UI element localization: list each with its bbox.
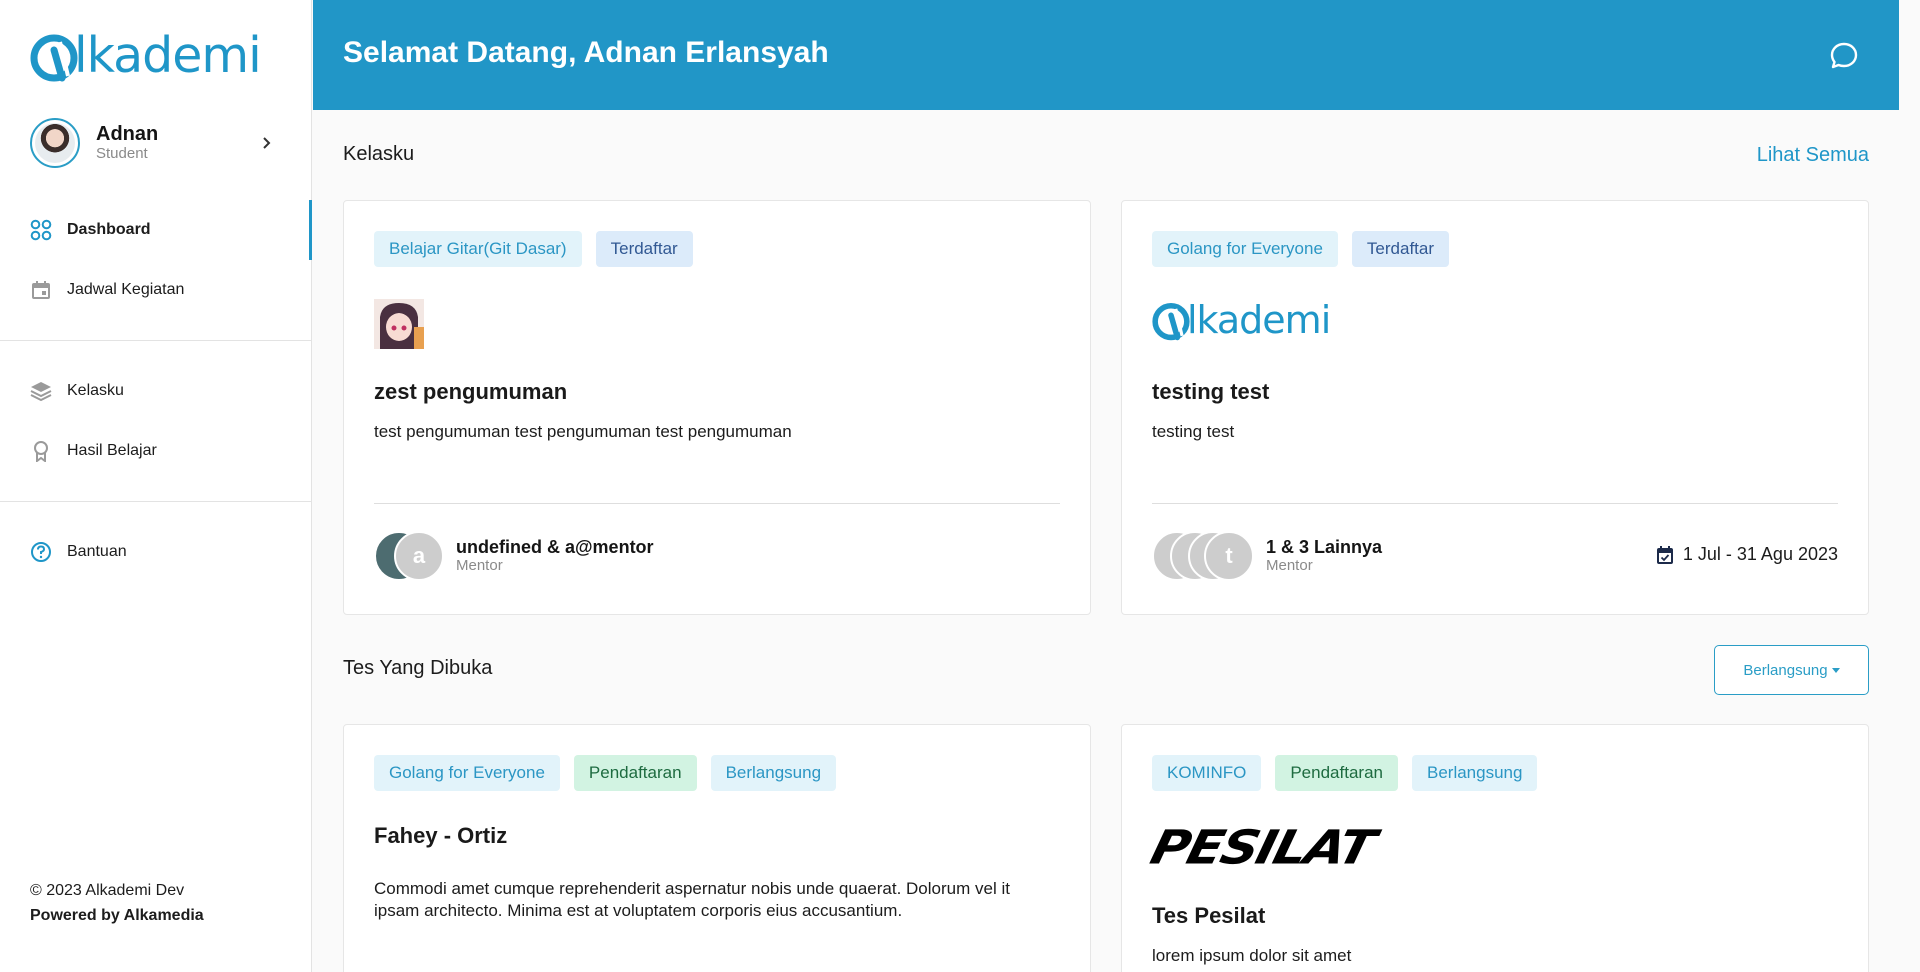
test-card[interactable]: KOMINFO Pendaftaran Berlangsung PESILAT … — [1121, 724, 1869, 972]
sidebar-item-dashboard[interactable]: Dashboard — [0, 200, 312, 260]
mentor-role: Mentor — [456, 557, 503, 574]
sidebar-item-hasil-belajar[interactable]: Hasil Belajar — [0, 421, 312, 481]
profile-menu[interactable]: Adnan Student — [30, 118, 284, 168]
calendar-icon — [30, 279, 52, 301]
date-range-text: 1 Jul - 31 Agu 2023 — [1682, 544, 1838, 564]
powered-by-text: Powered by Alkamedia — [30, 907, 204, 924]
kelasku-section-title: Kelasku — [343, 143, 415, 165]
status-badge: Terdaftar — [595, 231, 693, 267]
chevron-right-icon — [263, 137, 271, 149]
class-description: testing test — [1152, 422, 1235, 441]
calendar-check-icon — [1656, 545, 1673, 564]
status-badge: Berlangsung — [710, 755, 837, 791]
mentor-role: Mentor — [1266, 557, 1313, 574]
sidebar-divider — [0, 501, 312, 502]
alkademi-logo-mark — [1152, 302, 1190, 341]
tests-section-title: Tes Yang Dibuka — [343, 657, 493, 679]
class-description: test pengumuman test pengumuman test pen… — [374, 422, 792, 441]
test-description: Commodi amet cumque reprehenderit aspern… — [374, 879, 1010, 920]
class-date-range: 1 Jul - 31 Agu 2023 — [1655, 544, 1838, 565]
caret-down-icon — [1831, 667, 1840, 673]
sidebar-item-kelasku[interactable]: Kelasku — [0, 361, 312, 421]
sidebar-divider — [0, 340, 312, 341]
status-badge: Pendaftaran — [1275, 755, 1398, 791]
sidebar-item-bantuan[interactable]: Bantuan — [0, 522, 312, 582]
alkademi-logo: lkademi — [1152, 297, 1331, 343]
chat-icon[interactable] — [1829, 41, 1859, 71]
see-all-link[interactable]: Lihat Semua — [1757, 144, 1869, 167]
mentor-avatar: a — [394, 531, 444, 581]
avatar — [30, 118, 80, 168]
class-title: zest pengumuman — [374, 379, 568, 404]
sidebar: lkademi Adnan Student Dashboard Jadwal K… — [0, 0, 312, 972]
class-card[interactable]: Golang for Everyone Terdaftar lkademi te… — [1121, 200, 1869, 615]
sidebar-item-label: Hasil Belajar — [67, 442, 157, 459]
award-icon — [30, 440, 52, 462]
course-tag: Belajar Gitar(Git Dasar) — [374, 231, 582, 267]
mentor-avatar: t — [1204, 531, 1254, 581]
class-card[interactable]: Belajar Gitar(Git Dasar) Terdaftar zest … — [343, 200, 1091, 615]
test-title: Fahey - Ortiz — [374, 823, 508, 848]
card-divider — [1152, 503, 1838, 504]
alkademi-logo-mark — [30, 34, 78, 82]
test-card[interactable]: Golang for Everyone Pendaftaran Berlangs… — [343, 724, 1091, 972]
mentor-info: t 1 & 3 Lainnya Mentor 1 Jul - 31 Agu 20… — [1152, 531, 1838, 581]
layers-icon — [30, 380, 52, 402]
alkademi-logo[interactable]: lkademi — [30, 27, 262, 84]
alkademi-logo-text: lkademi — [74, 27, 262, 84]
course-tag: Golang for Everyone — [1152, 231, 1338, 267]
grid-icon — [30, 219, 52, 241]
status-badge: Terdaftar — [1351, 231, 1450, 267]
profile-role: Student — [96, 145, 148, 162]
sidebar-item-label: Jadwal Kegiatan — [67, 281, 185, 298]
sidebar-item-label: Dashboard — [67, 221, 151, 238]
sidebar-footer: © 2023 Alkademi Dev Powered by Alkamedia — [30, 878, 204, 928]
mentor-info: a undefined & a@mentor Mentor — [374, 531, 1060, 581]
class-title: testing test — [1152, 379, 1270, 404]
test-title: Tes Pesilat — [1152, 903, 1266, 928]
status-badge: Berlangsung — [1411, 755, 1538, 791]
sidebar-item-label: Bantuan — [67, 543, 127, 560]
status-filter-dropdown[interactable]: Berlangsung — [1714, 645, 1869, 695]
card-divider — [374, 503, 1060, 504]
mentor-avatars: t — [1152, 531, 1254, 581]
class-thumbnail — [374, 299, 424, 349]
status-badge: Pendaftaran — [573, 755, 697, 791]
copyright-text: © 2023 Alkademi Dev — [30, 882, 185, 899]
sidebar-item-label: Kelasku — [67, 382, 124, 399]
top-header: Selamat Datang, Adnan Erlansyah — [313, 0, 1899, 110]
profile-name: Adnan — [96, 123, 159, 145]
mentor-names: undefined & a@mentor — [456, 537, 654, 557]
course-tag: KOMINFO — [1152, 755, 1262, 791]
sidebar-item-jadwal-kegiatan[interactable]: Jadwal Kegiatan — [0, 260, 312, 320]
page-title: Selamat Datang, Adnan Erlansyah — [343, 36, 829, 69]
dropdown-label: Berlangsung — [1743, 661, 1828, 679]
mentor-avatars: a — [374, 531, 444, 581]
mentor-names: 1 & 3 Lainnya — [1266, 537, 1383, 557]
test-description: lorem ipsum dolor sit amet — [1152, 946, 1352, 965]
help-circle-icon — [30, 541, 52, 563]
course-tag: Golang for Everyone — [374, 755, 560, 791]
pesilat-logo: PESILAT — [1145, 821, 1380, 875]
alkademi-logo-text: lkademi — [1187, 298, 1331, 342]
